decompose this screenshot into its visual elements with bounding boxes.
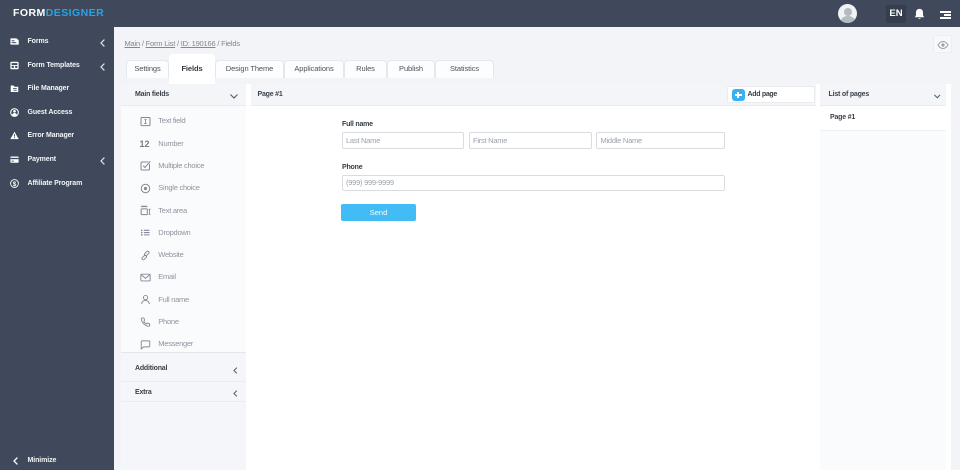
svg-text:$: $: [13, 181, 17, 188]
